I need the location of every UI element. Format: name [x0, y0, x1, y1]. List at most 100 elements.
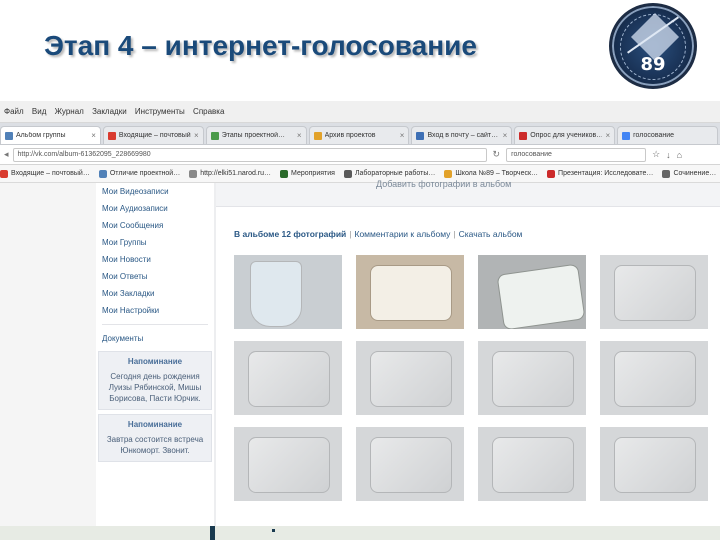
reminder-box: Напоминание Завтра состоится встреча Юнк…: [98, 414, 212, 462]
reminder-title: Напоминание: [127, 420, 183, 429]
archive-icon: [313, 131, 322, 140]
menu-news[interactable]: Мои Новости: [96, 251, 214, 268]
vk-left-menu: Мои Видеозаписи Мои Аудиозаписи Мои Сооб…: [96, 183, 214, 526]
tab-search[interactable]: голосование: [617, 126, 719, 144]
menu-answers[interactable]: Мои Ответы: [96, 268, 214, 285]
bookmark-item[interactable]: http://elki51.narod.ru…: [189, 169, 271, 178]
menu-file[interactable]: Файл: [4, 107, 24, 116]
photo-thumbnail[interactable]: [600, 255, 708, 329]
page-icon: [343, 169, 352, 178]
vk-page: Мои Видеозаписи Мои Аудиозаписи Мои Сооб…: [0, 179, 720, 526]
back-icon[interactable]: ◂: [4, 149, 9, 160]
menu-bookmarks[interactable]: Закладки: [92, 107, 127, 116]
bookmark-item[interactable]: Школа №89 – Творческ…: [444, 169, 538, 178]
bookmark-item[interactable]: Лабораторные работы…: [343, 169, 435, 178]
page-icon: [280, 169, 289, 178]
browser-screenshot: Файл Вид Журнал Закладки Инструменты Спр…: [0, 101, 720, 526]
album-header: В альбоме 12 фотографий | Комментарии к ал…: [234, 229, 522, 239]
url-input[interactable]: http://vk.com/album-61362095_228669980: [12, 147, 487, 162]
photo-thumbnail[interactable]: [234, 255, 342, 329]
address-bar: ◂ http://vk.com/album-61362095_228669980…: [0, 145, 720, 165]
footer-mark: [210, 526, 215, 540]
page-icon: [444, 169, 453, 178]
vk-icon: [5, 131, 13, 140]
slide-title: Этап 4 – интернет-голосование: [44, 30, 477, 61]
bookmark-item[interactable]: Входящие – почтовый…: [0, 169, 90, 178]
bookmark-item[interactable]: Сочинение…: [662, 169, 716, 178]
divider: |: [349, 229, 352, 239]
close-icon[interactable]: ×: [194, 131, 199, 140]
menu-documents[interactable]: Документы: [96, 330, 214, 347]
close-icon[interactable]: ×: [91, 131, 96, 140]
poll-icon: [519, 131, 528, 140]
browser-menubar: Файл Вид Журнал Закладки Инструменты Спр…: [0, 101, 720, 123]
menu-history[interactable]: Журнал: [55, 107, 84, 116]
bookmark-item[interactable]: Презентация: Исследовате…: [547, 169, 653, 178]
reminder-text: Завтра состоится встреча Юнкоморт. Звони…: [106, 435, 204, 455]
tab-mail-login[interactable]: Вход в почту – сайт… ×: [411, 126, 513, 144]
page-icon: [662, 169, 671, 178]
mail-icon: [0, 169, 8, 178]
page-icon: [547, 169, 556, 178]
bookmark-item[interactable]: Отличие проектной…: [98, 169, 180, 178]
menu-audio[interactable]: Мои Аудиозаписи: [96, 200, 214, 217]
page-icon: [189, 169, 198, 178]
menu-view[interactable]: Вид: [32, 107, 46, 116]
logo-number: 89: [640, 54, 666, 75]
menu-settings[interactable]: Мои Настройки: [96, 302, 214, 319]
close-icon[interactable]: ×: [605, 131, 610, 140]
menu-videos[interactable]: Мои Видеозаписи: [96, 183, 214, 200]
photo-thumbnail[interactable]: [356, 427, 464, 501]
school-logo: 89: [609, 3, 697, 89]
bookmarks-bar: Входящие – почтовый… Отличие проектной… …: [0, 165, 720, 183]
reminder-title: Напоминание: [127, 357, 183, 366]
mail-icon: [416, 131, 425, 140]
bookmark-item[interactable]: Мероприятия: [280, 169, 335, 178]
reminder-box: Напоминание Сегодня день рождения Луизы …: [98, 351, 212, 410]
add-photos-link[interactable]: Добавить фотографии в альбом: [376, 179, 511, 189]
reload-icon[interactable]: ↻: [493, 149, 501, 160]
photo-thumbnail[interactable]: [234, 341, 342, 415]
close-icon[interactable]: ×: [297, 131, 302, 140]
close-icon[interactable]: ×: [400, 131, 405, 140]
menu-messages[interactable]: Мои Сообщения: [96, 217, 214, 234]
google-icon: [622, 131, 631, 140]
slide-footer: [0, 526, 720, 540]
tab-album[interactable]: Альбом группы ×: [0, 126, 101, 144]
photo-thumbnail[interactable]: [234, 427, 342, 501]
album-download-link[interactable]: Скачать альбом: [459, 229, 523, 239]
browser-tabs: Альбом группы × Входящие – почтовый… × Эта…: [0, 123, 720, 145]
reminder-text: Сегодня день рождения Луизы Рябинской, М…: [108, 372, 202, 403]
menu-bookmarks[interactable]: Мои Закладки: [96, 285, 214, 302]
close-icon[interactable]: ×: [503, 131, 508, 140]
home-icon[interactable]: ⌂: [677, 150, 682, 160]
bookmark-star-icon[interactable]: ☆: [652, 149, 660, 160]
menu-divider: [102, 324, 208, 325]
photo-thumbnail[interactable]: [600, 427, 708, 501]
tab-poll[interactable]: Опрос для учеников… ×: [514, 126, 616, 144]
search-input[interactable]: голосование: [506, 147, 647, 162]
tab-archive[interactable]: Архив проектов ×: [308, 126, 410, 144]
album-content: Добавить фотографии в альбом В альбоме 1…: [216, 179, 720, 526]
download-icon[interactable]: ↓: [666, 150, 671, 160]
menu-help[interactable]: Справка: [193, 107, 224, 116]
tab-project-stages[interactable]: Этапы проектной… ×: [205, 126, 307, 144]
photo-thumbnail[interactable]: [478, 255, 586, 329]
photo-thumbnail[interactable]: [478, 341, 586, 415]
menu-tools[interactable]: Инструменты: [135, 107, 185, 116]
footer-dot: [272, 529, 275, 532]
photo-thumbnail[interactable]: [478, 427, 586, 501]
album-topbar: Добавить фотографии в альбом: [216, 179, 720, 207]
page-left-gutter: [0, 183, 96, 526]
photo-thumbnail[interactable]: [600, 341, 708, 415]
tab-mail[interactable]: Входящие – почтовый… ×: [102, 126, 204, 144]
document-icon: [210, 131, 219, 140]
mail-icon: [107, 131, 116, 140]
menu-groups[interactable]: Мои Группы: [96, 234, 214, 251]
album-comments-link[interactable]: Комментарии к альбому: [355, 229, 451, 239]
vk-icon: [98, 169, 107, 178]
photo-thumbnail[interactable]: [356, 255, 464, 329]
album-count: В альбоме 12 фотографий: [234, 229, 347, 239]
divider: |: [453, 229, 456, 239]
photo-thumbnail[interactable]: [356, 341, 464, 415]
